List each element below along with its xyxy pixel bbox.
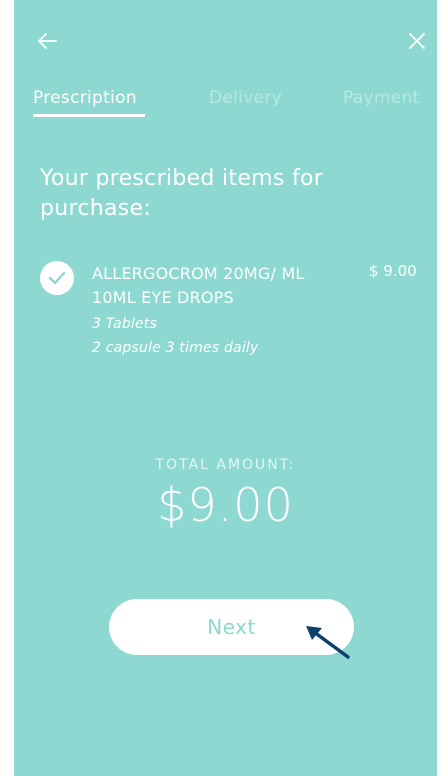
- check-icon: [48, 271, 66, 285]
- mouse-pointer-icon: [306, 626, 350, 659]
- arrow-left-icon: [38, 33, 57, 49]
- item-checkbox[interactable]: [40, 261, 74, 295]
- item-name: ALLERGOCROM 20MG/ ML 10ML EYE DROPS: [92, 264, 305, 307]
- tab-payment[interactable]: Payment: [343, 88, 420, 108]
- item-quantity: 3 Tablets: [92, 316, 157, 332]
- prescription-screen: Prescription Delivery Payment Your presc…: [14, 0, 437, 776]
- item-price: $ 9.00: [369, 262, 417, 280]
- close-button[interactable]: [402, 26, 432, 56]
- total-amount: $9.00: [157, 478, 294, 532]
- tab-delivery[interactable]: Delivery: [209, 88, 282, 108]
- active-tab-indicator: [33, 114, 145, 117]
- page-heading: Your prescribed items for purchase:: [40, 166, 324, 221]
- back-button[interactable]: [32, 26, 62, 56]
- tab-prescription[interactable]: Prescription: [33, 88, 137, 108]
- item-dosage: 2 capsule 3 times daily: [92, 340, 259, 356]
- close-icon: [409, 33, 425, 49]
- total-label: TOTAL AMOUNT:: [155, 457, 296, 473]
